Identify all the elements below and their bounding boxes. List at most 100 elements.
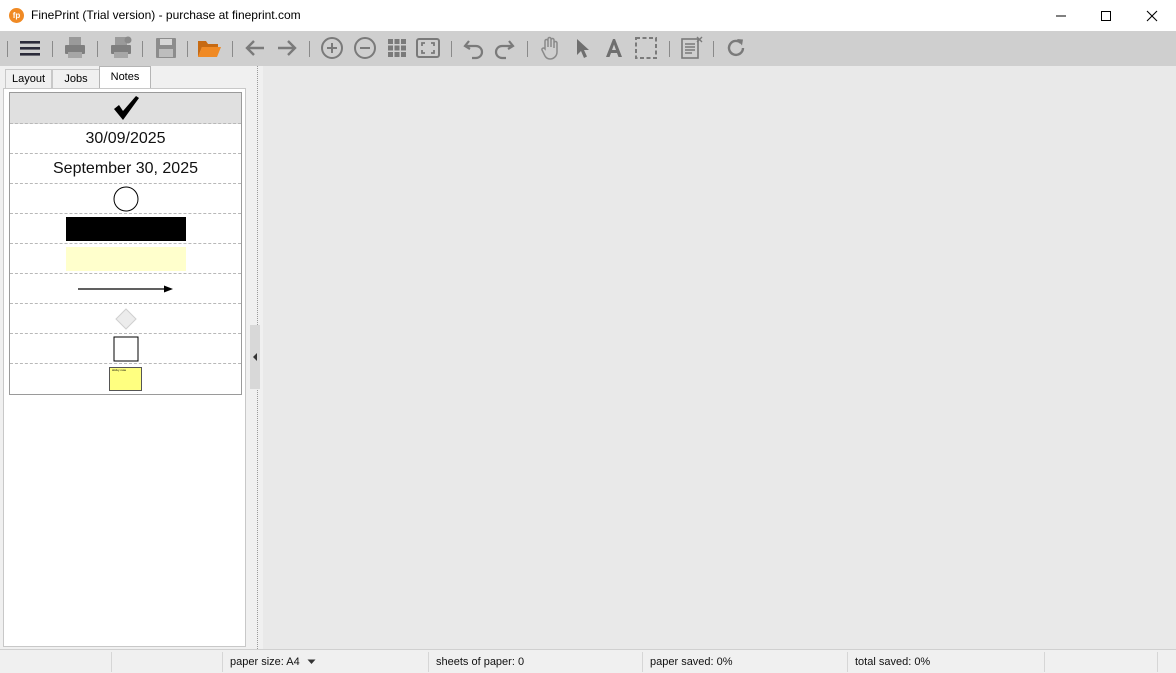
forward-arrow-icon [278, 40, 297, 56]
arrow-note-item[interactable] [10, 274, 241, 304]
forward-button[interactable] [273, 34, 301, 62]
undo-button[interactable] [460, 34, 488, 62]
date-numeric-text: 30/09/2025 [85, 129, 166, 147]
paper-saved-status: paper saved: 0% [642, 652, 847, 672]
sticky-note-text: sticky note [112, 368, 127, 372]
preview-workspace[interactable] [263, 66, 1176, 649]
refresh-button[interactable] [722, 34, 750, 62]
notes-edit-icon [681, 36, 703, 59]
notes-edit-button[interactable] [677, 34, 705, 62]
print-settings-icon [111, 36, 132, 58]
redo-icon [494, 40, 515, 60]
notes-list: 30/09/2025 September 30, 2025 sticky not… [9, 92, 242, 395]
select-area-icon [635, 37, 657, 59]
toolbar-separator [232, 41, 233, 57]
black-bar-note-item[interactable] [10, 214, 241, 244]
sticky-note-shape: sticky note [109, 367, 142, 391]
undo-icon [463, 40, 484, 60]
sheets-status: sheets of paper: 0 [428, 652, 642, 672]
toolbar-separator [451, 41, 452, 57]
print-settings-button[interactable] [107, 34, 135, 62]
minimize-button[interactable] [1038, 0, 1084, 31]
fit-page-button[interactable] [414, 34, 442, 62]
toolbar-separator [187, 41, 188, 57]
tab-layout[interactable]: Layout [5, 69, 52, 88]
toolbar-separator [713, 41, 714, 57]
sticky-note-item[interactable]: sticky note [10, 364, 241, 394]
text-tool-button[interactable] [600, 34, 628, 62]
notes-tab-content: 30/09/2025 September 30, 2025 sticky not… [3, 88, 246, 647]
zoom-in-icon [321, 37, 343, 59]
save-button[interactable] [152, 34, 180, 62]
hand-tool-button[interactable] [536, 34, 564, 62]
tab-notes[interactable]: Notes [99, 66, 151, 89]
toolbar-separator [669, 41, 670, 57]
print-icon [65, 37, 85, 58]
toolbar-separator [309, 41, 310, 57]
diamond-shape-icon [114, 307, 137, 330]
chevron-down-icon [307, 659, 316, 665]
title-bar: fp FinePrint (Trial version) - purchase … [0, 0, 1176, 31]
collapse-panel-handle[interactable] [250, 325, 260, 389]
save-icon [156, 38, 176, 58]
open-folder-icon [198, 41, 221, 57]
open-button[interactable] [195, 34, 223, 62]
close-icon [1146, 10, 1158, 21]
back-arrow-icon [245, 40, 264, 56]
toolbar-separator [7, 41, 8, 57]
collapse-left-icon [253, 353, 257, 361]
refresh-icon [727, 39, 745, 57]
toolbar-separator [52, 41, 53, 57]
maximize-icon [1101, 10, 1111, 21]
menu-icon [20, 41, 40, 56]
date-long-text: September 30, 2025 [53, 159, 198, 177]
circle-note-item[interactable] [10, 184, 241, 214]
toolbar [0, 31, 1176, 66]
checkmark-icon [113, 96, 139, 120]
total-saved-status: total saved: 0% [847, 652, 1044, 672]
status-bar: paper size: A4 sheets of paper: 0 paper … [0, 649, 1176, 673]
left-panel: Layout Jobs Notes 30/09/2025 September 3… [0, 66, 249, 649]
toolbar-separator [142, 41, 143, 57]
zoom-out-icon [354, 37, 376, 59]
sheets-label: sheets of paper: 0 [436, 656, 525, 668]
thumbnails-button[interactable] [383, 34, 411, 62]
fineprint-logo-icon: fp [9, 8, 24, 23]
paper-size-label: paper size: A4 [230, 656, 300, 668]
window-title: FinePrint (Trial version) - purchase at … [31, 8, 301, 22]
maximize-button[interactable] [1083, 0, 1129, 31]
circle-shape-icon [113, 186, 138, 211]
redo-button[interactable] [490, 34, 518, 62]
hand-tool-icon [541, 36, 558, 60]
thumbnails-grid-icon [388, 39, 406, 57]
print-button[interactable] [61, 34, 89, 62]
back-button[interactable] [241, 34, 269, 62]
arrow-line-icon [77, 285, 173, 292]
text-tool-icon [606, 39, 622, 57]
highlight-bar [65, 246, 186, 271]
checkmark-note-item[interactable] [10, 93, 241, 124]
date-numeric-note-item[interactable]: 30/09/2025 [10, 124, 241, 154]
diamond-note-item[interactable] [10, 304, 241, 334]
toolbar-separator [527, 41, 528, 57]
fit-page-icon [416, 38, 440, 58]
square-note-item[interactable] [10, 334, 241, 364]
status-cell-empty [111, 652, 222, 672]
date-long-note-item[interactable]: September 30, 2025 [10, 154, 241, 184]
square-shape-icon [113, 336, 138, 361]
tab-jobs[interactable]: Jobs [52, 69, 100, 88]
close-button[interactable] [1129, 0, 1175, 31]
zoom-out-button[interactable] [351, 34, 379, 62]
pointer-tool-icon [577, 39, 589, 58]
paper-saved-label: paper saved: 0% [650, 656, 733, 668]
paper-size-dropdown[interactable]: paper size: A4 [222, 652, 428, 672]
highlight-note-item[interactable] [10, 244, 241, 274]
menu-button[interactable] [16, 34, 44, 62]
minimize-icon [1056, 15, 1066, 16]
pointer-tool-button[interactable] [568, 34, 596, 62]
total-saved-label: total saved: 0% [855, 656, 931, 668]
toolbar-separator [97, 41, 98, 57]
size-grip[interactable] [1157, 652, 1176, 672]
zoom-in-button[interactable] [318, 34, 346, 62]
select-area-button[interactable] [632, 34, 660, 62]
